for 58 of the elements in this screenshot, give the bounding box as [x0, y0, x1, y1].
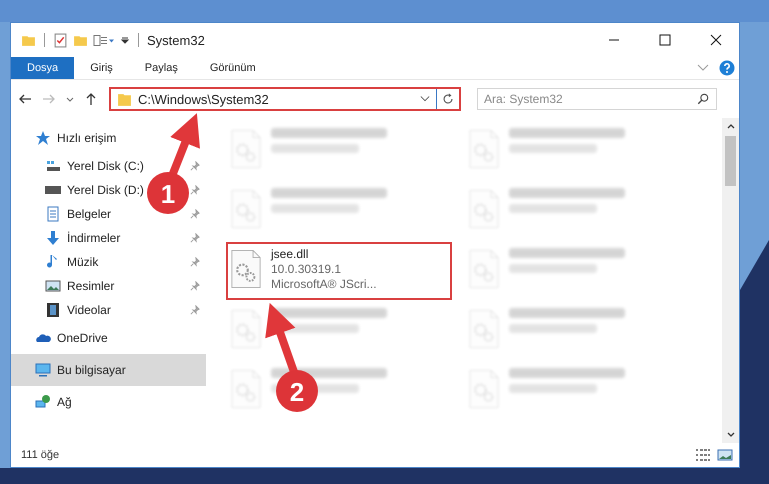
nav-item[interactable]: Videolar	[11, 298, 115, 322]
item-count: 111 öğe	[21, 449, 60, 461]
nav-item[interactable]: İndirmeler	[11, 226, 124, 250]
window-title: System32	[147, 32, 205, 48]
step-badge	[147, 172, 189, 214]
nav-item[interactable]: Müzik	[11, 250, 102, 274]
search-icon	[697, 93, 709, 105]
nav-item[interactable]: OneDrive	[11, 322, 206, 354]
pin-icon[interactable]	[190, 257, 200, 267]
nav-item[interactable]: Ağ	[11, 386, 206, 418]
nav-icon	[45, 158, 61, 174]
nav-icon	[45, 230, 61, 246]
pin-icon[interactable]	[190, 209, 200, 219]
nav-icon	[45, 278, 61, 294]
file-name: jsee.dll	[271, 246, 310, 262]
file-detail: MicrosoftA® JScri...	[271, 277, 377, 292]
chevron-icon[interactable]	[697, 64, 709, 72]
annotation-arrow	[265, 302, 298, 374]
search-field[interactable]: Ara: System32	[477, 88, 717, 110]
pin-icon[interactable]	[190, 185, 200, 195]
nav-item[interactable]: Bu bilgisayar	[11, 354, 206, 386]
nav-item[interactable]: Belgeler	[11, 202, 116, 226]
ribbon-tab[interactable]: Giriş	[74, 57, 129, 79]
pin-icon[interactable]	[190, 161, 200, 171]
scroll-thumb[interactable]	[725, 136, 736, 186]
folder-icon	[117, 92, 132, 106]
nav-icon	[35, 394, 51, 410]
settings-file-icon	[231, 249, 261, 289]
nav-icon	[45, 206, 61, 222]
dropdown-icon[interactable]	[120, 35, 130, 45]
checklist-icon[interactable]	[53, 32, 68, 48]
ribbon-tab[interactable]: Paylaş	[128, 57, 194, 79]
nav-item[interactable]: Hızlı erişim	[11, 122, 206, 154]
scrollbar[interactable]	[722, 118, 739, 443]
nav-icon	[35, 362, 51, 378]
step-number: 1	[160, 179, 176, 209]
ribbon-tab[interactable]: Görünüm	[194, 57, 272, 79]
file-item[interactable]: jsee.dll 10.0.30319.1 MicrosoftA® JScri...	[226, 242, 452, 300]
ribbon-tab[interactable]: Dosya	[11, 57, 74, 79]
file-detail: 10.0.30319.1	[271, 262, 342, 277]
nav-item[interactable]: Resimler	[11, 274, 118, 298]
step-badge	[276, 370, 318, 412]
pin-icon[interactable]	[190, 233, 200, 243]
refresh-icon[interactable]	[441, 92, 455, 106]
large-icons-view-icon[interactable]	[717, 448, 733, 462]
pin-icon[interactable]	[190, 281, 200, 291]
pin-icon[interactable]	[190, 305, 200, 315]
address-path: C:\Windows\System32	[138, 92, 270, 106]
properties-icon[interactable]	[93, 32, 115, 48]
nav-item[interactable]: Yerel Disk (D:)	[11, 178, 148, 202]
details-view-icon[interactable]	[695, 448, 711, 462]
nav-icon	[35, 130, 51, 146]
dropdown-icon[interactable]	[420, 95, 430, 103]
address-bar[interactable]: C:\Windows\System32	[109, 87, 461, 111]
nav-item[interactable]: Yerel Disk (C:)	[11, 154, 148, 178]
nav-icon	[45, 302, 61, 318]
help-icon[interactable]	[719, 60, 735, 76]
step-number: 2	[290, 377, 304, 407]
